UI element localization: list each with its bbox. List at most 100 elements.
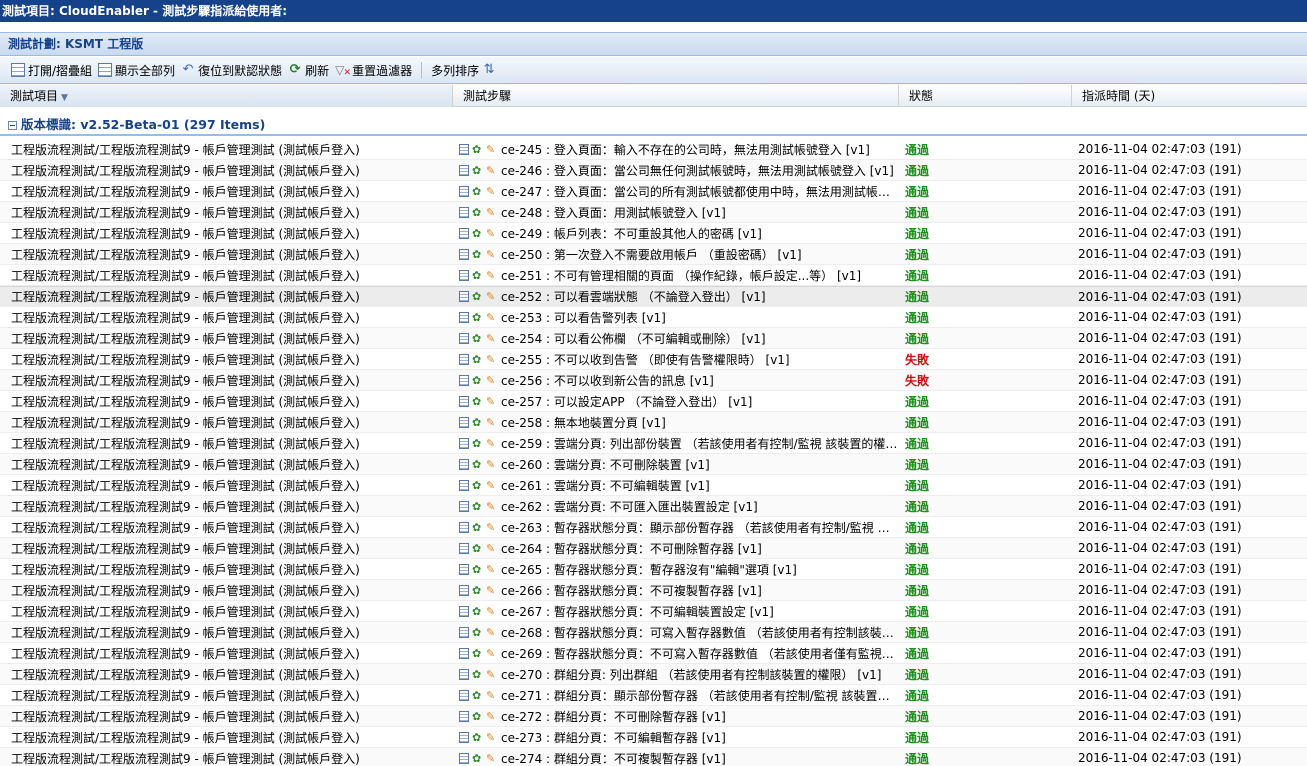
table-row[interactable]: 工程版流程測試/工程版流程測試9 - 帳戶管理測試 (測試帳戶登入) ✿ ✎ ce-2… <box>0 328 1307 349</box>
reset-filters-button[interactable]: ▽ 重置過濾器 <box>332 59 415 81</box>
column-header-assigned-time[interactable]: 指派時間 (天) <box>1072 85 1307 107</box>
gear-icon[interactable]: ✿ <box>472 207 483 218</box>
test-step-link[interactable]: ce-258 : 無本地裝置分頁 [v1] <box>501 414 666 431</box>
doc-icon[interactable] <box>459 668 469 680</box>
gear-icon[interactable]: ✿ <box>472 375 483 386</box>
table-row[interactable]: 工程版流程測試/工程版流程測試9 - 帳戶管理測試 (測試帳戶登入) ✿ ✎ ce-2… <box>0 538 1307 559</box>
pencil-icon[interactable]: ✎ <box>486 144 496 155</box>
test-step-link[interactable]: ce-274 : 群組分頁：不可複製暫存器 [v1] <box>501 750 726 766</box>
pencil-icon[interactable]: ✎ <box>486 312 496 323</box>
table-row[interactable]: 工程版流程測試/工程版流程測試9 - 帳戶管理測試 (測試帳戶登入) ✿ ✎ ce-2… <box>0 727 1307 748</box>
gear-icon[interactable]: ✿ <box>472 753 483 764</box>
test-step-link[interactable]: ce-270 : 群組分頁: 列出群組 （若該使用者有控制該裝置的權限） [v1… <box>501 666 881 683</box>
gear-icon[interactable]: ✿ <box>472 711 483 722</box>
gear-icon[interactable]: ✿ <box>472 186 483 197</box>
doc-icon[interactable] <box>459 626 469 638</box>
table-row[interactable]: 工程版流程測試/工程版流程測試9 - 帳戶管理測試 (測試帳戶登入) ✿ ✎ ce-2… <box>0 643 1307 664</box>
pencil-icon[interactable]: ✎ <box>486 270 496 281</box>
pencil-icon[interactable]: ✎ <box>486 627 496 638</box>
doc-icon[interactable] <box>459 437 469 449</box>
test-step-link[interactable]: ce-273 : 群組分頁：不可編輯暫存器 [v1] <box>501 729 726 746</box>
table-row[interactable]: 工程版流程測試/工程版流程測試9 - 帳戶管理測試 (測試帳戶登入) ✿ ✎ ce-2… <box>0 349 1307 370</box>
test-step-link[interactable]: ce-268 : 暫存器狀態分頁：可寫入暫存器數值 （若該使用者有控制該裝置的權… <box>501 624 899 641</box>
table-row[interactable]: 工程版流程測試/工程版流程測試9 - 帳戶管理測試 (測試帳戶登入) ✿ ✎ ce-2… <box>0 202 1307 223</box>
pencil-icon[interactable]: ✎ <box>486 606 496 617</box>
table-row[interactable]: 工程版流程測試/工程版流程測試9 - 帳戶管理測試 (測試帳戶登入) ✿ ✎ ce-2… <box>0 223 1307 244</box>
doc-icon[interactable] <box>459 500 469 512</box>
table-row[interactable]: 工程版流程測試/工程版流程測試9 - 帳戶管理測試 (測試帳戶登入) ✿ ✎ ce-2… <box>0 265 1307 286</box>
table-row[interactable]: 工程版流程測試/工程版流程測試9 - 帳戶管理測試 (測試帳戶登入) ✿ ✎ ce-2… <box>0 559 1307 580</box>
pencil-icon[interactable]: ✎ <box>486 648 496 659</box>
test-step-link[interactable]: ce-246 : 登入頁面：當公司無任何測試帳號時，無法用測試帳號登入 [v1] <box>501 162 894 179</box>
pencil-icon[interactable]: ✎ <box>486 249 496 260</box>
test-step-link[interactable]: ce-266 : 暫存器狀態分頁：不可複製暫存器 [v1] <box>501 582 762 599</box>
table-row[interactable]: 工程版流程測試/工程版流程測試9 - 帳戶管理測試 (測試帳戶登入) ✿ ✎ ce-2… <box>0 664 1307 685</box>
test-step-link[interactable]: ce-250 : 第一次登入不需要啟用帳戶 （重設密碼） [v1] <box>501 246 802 263</box>
pencil-icon[interactable]: ✎ <box>486 333 496 344</box>
doc-icon[interactable] <box>459 291 469 302</box>
gear-icon[interactable]: ✿ <box>472 606 483 617</box>
gear-icon[interactable]: ✿ <box>472 480 483 491</box>
doc-icon[interactable] <box>459 605 469 617</box>
show-all-columns-button[interactable]: 顯示全部列 <box>95 59 178 81</box>
doc-icon[interactable] <box>459 374 469 386</box>
gear-icon[interactable]: ✿ <box>472 165 483 176</box>
doc-icon[interactable] <box>459 269 469 281</box>
pencil-icon[interactable]: ✎ <box>486 753 496 764</box>
test-step-link[interactable]: ce-252 : 可以看雲端狀態 （不論登入登出） [v1] <box>501 288 766 305</box>
table-row[interactable]: 工程版流程測試/工程版流程測試9 - 帳戶管理測試 (測試帳戶登入) ✿ ✎ ce-2… <box>0 496 1307 517</box>
test-step-link[interactable]: ce-248 : 登入頁面：用測試帳號登入 [v1] <box>501 204 726 221</box>
table-row[interactable]: 工程版流程測試/工程版流程測試9 - 帳戶管理測試 (測試帳戶登入) ✿ ✎ ce-2… <box>0 706 1307 727</box>
table-row[interactable]: 工程版流程測試/工程版流程測試9 - 帳戶管理測試 (測試帳戶登入) ✿ ✎ ce-2… <box>0 475 1307 496</box>
doc-icon[interactable] <box>459 647 469 659</box>
pencil-icon[interactable]: ✎ <box>486 396 496 407</box>
doc-icon[interactable] <box>459 752 469 764</box>
doc-icon[interactable] <box>459 710 469 722</box>
test-step-link[interactable]: ce-254 : 可以看公佈欄 （不可編輯或刪除） [v1] <box>501 330 766 347</box>
doc-icon[interactable] <box>459 332 469 344</box>
doc-icon[interactable] <box>459 458 469 470</box>
table-row[interactable]: 工程版流程測試/工程版流程測試9 - 帳戶管理測試 (測試帳戶登入) ✿ ✎ ce-2… <box>0 370 1307 391</box>
doc-icon[interactable] <box>459 395 469 407</box>
table-row[interactable]: 工程版流程測試/工程版流程測試9 - 帳戶管理測試 (測試帳戶登入) ✿ ✎ ce-2… <box>0 244 1307 265</box>
column-header-test-step[interactable]: 測試步驟 <box>453 85 899 107</box>
gear-icon[interactable]: ✿ <box>472 417 483 428</box>
pencil-icon[interactable]: ✎ <box>486 375 496 386</box>
expand-collapse-button[interactable]: 打開/摺疊組 <box>8 59 95 81</box>
gear-icon[interactable]: ✿ <box>472 564 483 575</box>
test-step-link[interactable]: ce-260 : 雲端分頁: 不可刪除裝置 [v1] <box>501 456 710 473</box>
gear-icon[interactable]: ✿ <box>472 144 483 155</box>
gear-icon[interactable]: ✿ <box>472 228 483 239</box>
table-row[interactable]: 工程版流程測試/工程版流程測試9 - 帳戶管理測試 (測試帳戶登入) ✿ ✎ ce-2… <box>0 580 1307 601</box>
gear-icon[interactable]: ✿ <box>472 249 483 260</box>
doc-icon[interactable] <box>459 584 469 596</box>
pencil-icon[interactable]: ✎ <box>486 291 496 302</box>
table-row[interactable]: 工程版流程測試/工程版流程測試9 - 帳戶管理測試 (測試帳戶登入) ✿ ✎ ce-2… <box>0 286 1307 307</box>
pencil-icon[interactable]: ✎ <box>486 711 496 722</box>
doc-icon[interactable] <box>459 479 469 491</box>
doc-icon[interactable] <box>459 164 469 176</box>
pencil-icon[interactable]: ✎ <box>486 165 496 176</box>
doc-icon[interactable] <box>459 416 469 428</box>
gear-icon[interactable]: ✿ <box>472 648 483 659</box>
table-row[interactable]: 工程版流程測試/工程版流程測試9 - 帳戶管理測試 (測試帳戶登入) ✿ ✎ ce-2… <box>0 748 1307 766</box>
test-step-link[interactable]: ce-257 : 可以設定APP （不論登入登出） [v1] <box>501 393 752 410</box>
doc-icon[interactable] <box>459 311 469 323</box>
pencil-icon[interactable]: ✎ <box>486 480 496 491</box>
gear-icon[interactable]: ✿ <box>472 690 483 701</box>
doc-icon[interactable] <box>459 563 469 575</box>
gear-icon[interactable]: ✿ <box>472 501 483 512</box>
gear-icon[interactable]: ✿ <box>472 459 483 470</box>
table-row[interactable]: 工程版流程測試/工程版流程測試9 - 帳戶管理測試 (測試帳戶登入) ✿ ✎ ce-2… <box>0 517 1307 538</box>
pencil-icon[interactable]: ✎ <box>486 564 496 575</box>
pencil-icon[interactable]: ✎ <box>486 501 496 512</box>
column-header-status[interactable]: 狀態 <box>899 85 1072 107</box>
pencil-icon[interactable]: ✎ <box>486 228 496 239</box>
test-step-link[interactable]: ce-267 : 暫存器狀態分頁：不可編輯裝置設定 [v1] <box>501 603 774 620</box>
pencil-icon[interactable]: ✎ <box>486 669 496 680</box>
table-row[interactable]: 工程版流程測試/工程版流程測試9 - 帳戶管理測試 (測試帳戶登入) ✿ ✎ ce-2… <box>0 622 1307 643</box>
test-step-link[interactable]: ce-256 : 不可以收到新公告的訊息 [v1] <box>501 372 714 389</box>
test-step-link[interactable]: ce-253 : 可以看告警列表 [v1] <box>501 309 666 326</box>
table-row[interactable]: 工程版流程測試/工程版流程測試9 - 帳戶管理測試 (測試帳戶登入) ✿ ✎ ce-2… <box>0 391 1307 412</box>
gear-icon[interactable]: ✿ <box>472 669 483 680</box>
